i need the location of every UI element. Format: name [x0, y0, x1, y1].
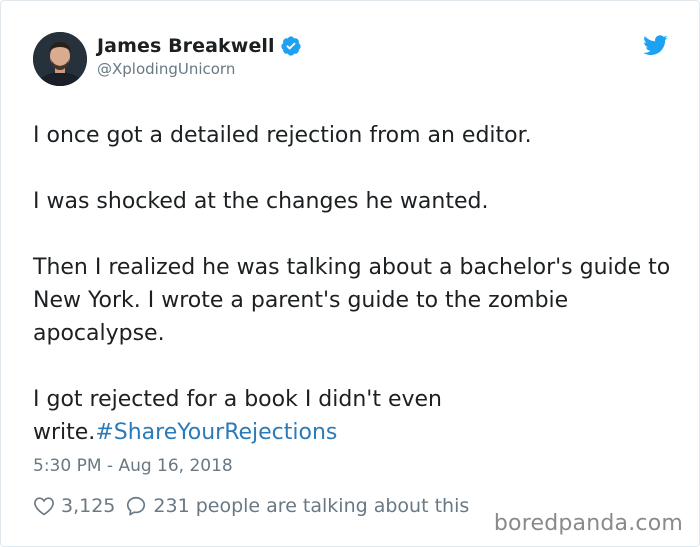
author-display-name[interactable]: James Breakwell — [97, 35, 275, 57]
tweet-paragraph: I was shocked at the changes he wanted. — [33, 189, 489, 214]
speech-bubble-icon[interactable] — [125, 495, 147, 517]
twitter-bird-icon[interactable] — [643, 35, 668, 56]
like-count[interactable]: 3,125 — [61, 495, 115, 517]
tweet-paragraph-last: I got rejected for a book I didn't even … — [33, 383, 673, 449]
watermark: boredpanda.com — [493, 511, 683, 536]
avatar-image — [33, 32, 87, 86]
tweet-card: James Breakwell @XplodingUnicorn I once … — [0, 0, 700, 547]
verified-badge-icon — [280, 35, 302, 57]
avatar[interactable] — [33, 32, 87, 86]
hashtag-link[interactable]: #ShareYourRejections — [95, 420, 337, 445]
heart-icon[interactable] — [33, 495, 55, 517]
tweet-timestamp[interactable]: 5:30 PM - Aug 16, 2018 — [33, 456, 233, 476]
engagement-bar: 3,125 231 people are talking about this — [33, 491, 469, 521]
tweet-paragraph: Then I realized he was talking about a b… — [33, 255, 671, 346]
tweet-paragraph: I once got a detailed rejection from an … — [33, 123, 532, 148]
author-name-row[interactable]: James Breakwell — [97, 34, 302, 58]
tweet-body: I once got a detailed rejection from an … — [33, 119, 673, 449]
replies-text[interactable]: 231 people are talking about this — [153, 495, 469, 517]
author-handle[interactable]: @XplodingUnicorn — [97, 60, 235, 78]
